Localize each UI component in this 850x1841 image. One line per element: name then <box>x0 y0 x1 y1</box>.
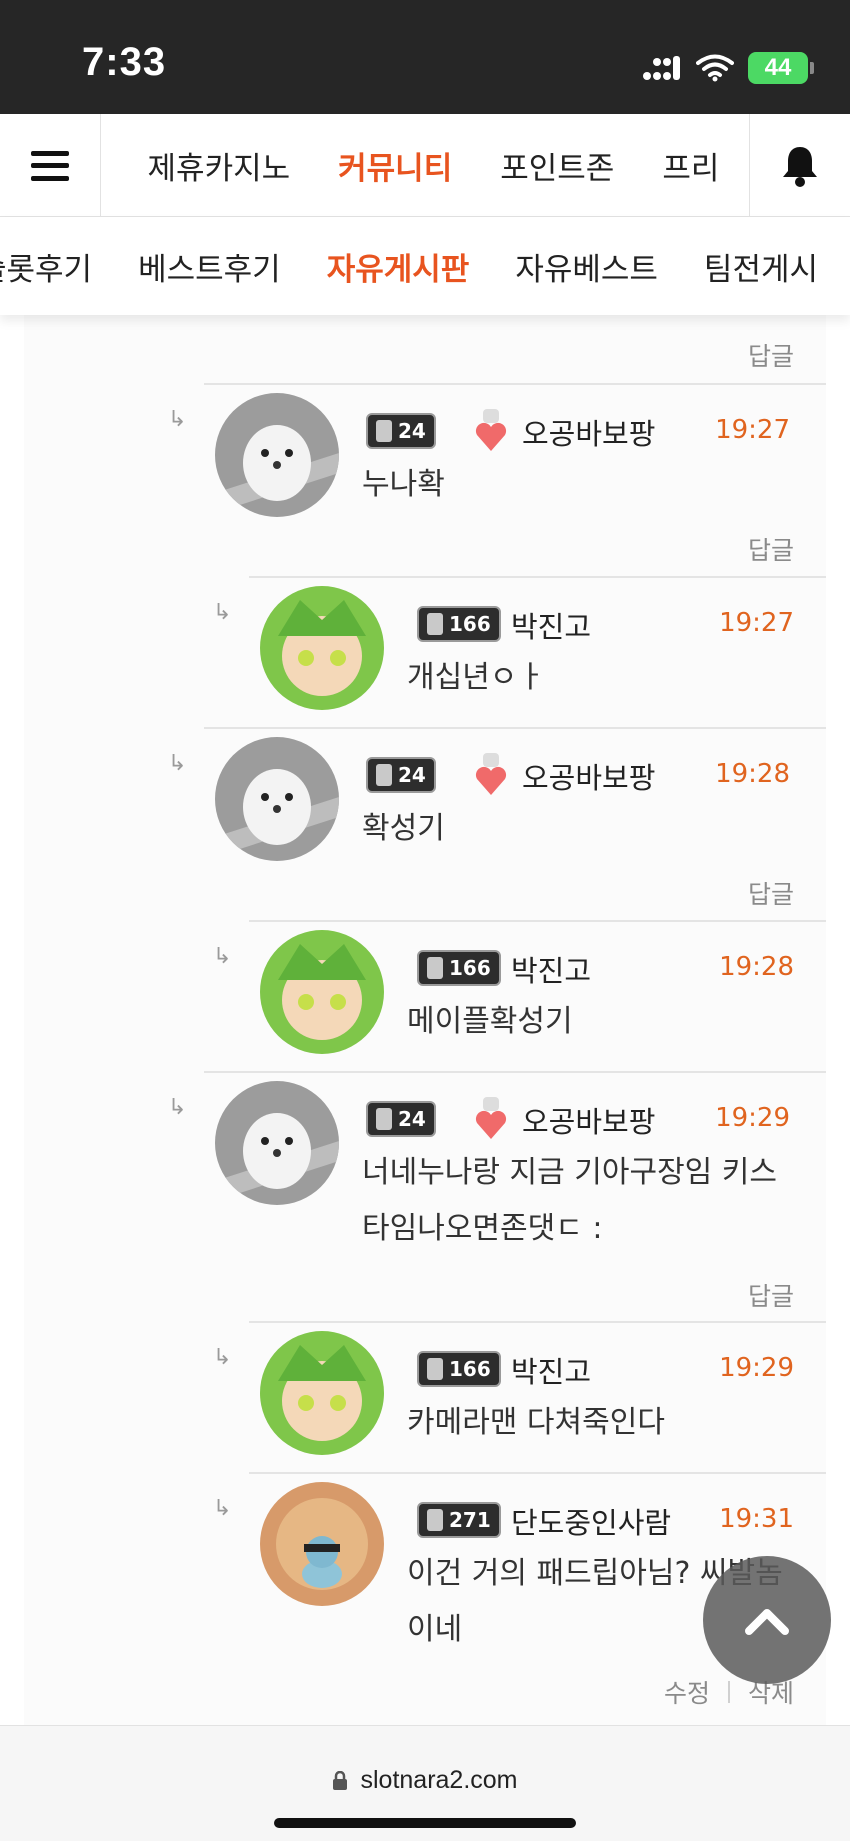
comment-time: 19:27 <box>719 608 794 638</box>
comment-item: ↳ 24 오공바보팡 19:27 누나확 답글 <box>168 383 826 576</box>
level-badge: 271 <box>417 1502 501 1538</box>
comment-text: 메이플확성기 <box>407 1004 573 1039</box>
heart-icon <box>475 753 507 795</box>
comment-list: 답글 ↳ 24 오공바보팡 19:27 누나확 답글 ↳ 166 박진고 19:… <box>0 315 850 1725</box>
home-indicator <box>274 1818 576 1828</box>
nickname[interactable]: 박진고 <box>511 948 591 990</box>
comment-time: 19:29 <box>719 1353 794 1383</box>
signal-icon <box>643 56 680 80</box>
comment-item: ↳ 166 박진고 19:27 개십년ㅇㅏ <box>213 576 826 727</box>
reply-button[interactable]: 답글 <box>748 875 794 911</box>
sub-nav-best-review[interactable]: 베스트후기 <box>138 244 281 289</box>
comment-text-line-1: 너네누나랑 지금 기아구장임 키스 <box>362 1155 778 1190</box>
reply-arrow-icon: ↳ <box>168 407 187 432</box>
notification-button[interactable] <box>749 114 850 217</box>
comment-item: ↳ 166 박진고 19:29 카메라맨 다쳐죽인다 <box>213 1321 826 1472</box>
comment-text: 개십년ㅇㅏ <box>407 660 545 695</box>
comment-text: 카메라맨 다쳐죽인다 <box>407 1405 665 1440</box>
level-badge: 166 <box>417 950 501 986</box>
sub-nav-free-best[interactable]: 자유베스트 <box>515 244 658 289</box>
divider <box>727 1681 730 1703</box>
comment-time: 19:28 <box>719 952 794 982</box>
nav-item-free[interactable]: 프리 <box>662 143 719 188</box>
comment-text: 확성기 <box>362 811 445 846</box>
nav-scroller[interactable]: 인 제휴카지노 커뮤니티 포인트존 프리 <box>101 114 749 217</box>
battery-icon: 44 <box>748 52 814 84</box>
reply-arrow-icon: ↳ <box>168 1095 187 1120</box>
heart-icon <box>475 409 507 451</box>
sub-nav-free-board[interactable]: 자유게시판 <box>327 244 470 289</box>
hamburger-icon <box>31 150 69 181</box>
browser-bar: slotnara2.com <box>0 1725 850 1841</box>
menu-button[interactable] <box>0 114 101 217</box>
edit-button[interactable]: 수정 <box>664 1674 710 1710</box>
reply-button[interactable]: 답글 <box>748 337 794 373</box>
top-nav: 인 제휴카지노 커뮤니티 포인트존 프리 <box>0 114 850 217</box>
status-bar: 7:33 44 <box>0 0 850 114</box>
comment-item: ↳ 24 오공바보팡 19:28 확성기 답글 <box>168 727 826 920</box>
nickname[interactable]: 박진고 <box>511 604 591 646</box>
comment-time: 19:29 <box>715 1103 790 1133</box>
nav-item-community[interactable]: 커뮤니티 <box>338 143 452 188</box>
nickname[interactable]: 오공바보팡 <box>522 755 655 797</box>
reply-arrow-icon: ↳ <box>213 600 232 625</box>
sub-nav-team-board[interactable]: 팀전게시 <box>704 244 818 289</box>
nickname[interactable]: 단도중인사람 <box>511 1500 671 1542</box>
heart-icon <box>475 1097 507 1139</box>
comment-item: ↳ 166 박진고 19:28 메이플확성기 <box>213 920 826 1071</box>
sub-nav: 슬롯후기 베스트후기 자유게시판 자유베스트 팀전게시 <box>0 217 850 315</box>
nav-item-point-zone[interactable]: 포인트존 <box>500 143 614 188</box>
comment-time: 19:27 <box>715 415 790 445</box>
scroll-top-button[interactable] <box>703 1556 831 1684</box>
comment-text-line-2: 이네 <box>407 1612 463 1647</box>
status-time: 7:33 <box>82 40 167 84</box>
status-icons: 44 <box>642 48 814 88</box>
level-badge: 24 <box>366 413 436 449</box>
nickname[interactable]: 오공바보팡 <box>522 1099 655 1141</box>
level-badge: 166 <box>417 1351 501 1387</box>
reply-arrow-icon: ↳ <box>213 1496 232 1521</box>
comment-time: 19:28 <box>715 759 790 789</box>
comment-time: 19:31 <box>719 1504 794 1534</box>
reply-arrow-icon: ↳ <box>213 944 232 969</box>
reply-arrow-icon: ↳ <box>213 1345 232 1370</box>
nav-item-partner-casino[interactable]: 제휴카지노 <box>148 143 291 188</box>
lock-icon <box>333 1770 348 1790</box>
reply-button[interactable]: 답글 <box>748 531 794 567</box>
chevron-up-icon <box>745 1609 789 1635</box>
nickname[interactable]: 박진고 <box>511 1349 591 1391</box>
nickname[interactable]: 오공바보팡 <box>522 411 655 453</box>
level-badge: 24 <box>366 1101 436 1137</box>
url-text: slotnara2.com <box>360 1766 518 1794</box>
battery-level: 44 <box>764 54 792 81</box>
level-badge: 24 <box>366 757 436 793</box>
wifi-icon <box>696 54 734 82</box>
bell-icon <box>783 146 817 187</box>
comment-text: 누나확 <box>362 467 445 502</box>
comment-item: ↳ 24 오공바보팡 19:29 너네누나랑 지금 기아구장임 키스 타임나오면… <box>168 1071 826 1321</box>
sub-nav-slot-review[interactable]: 슬롯후기 <box>0 244 92 289</box>
reply-arrow-icon: ↳ <box>168 751 187 776</box>
url-bar[interactable]: slotnara2.com <box>0 1766 850 1795</box>
level-badge: 166 <box>417 606 501 642</box>
comment-text-line-2: 타임나오면존댓ㄷ : <box>362 1211 603 1246</box>
reply-button[interactable]: 답글 <box>748 1277 794 1313</box>
